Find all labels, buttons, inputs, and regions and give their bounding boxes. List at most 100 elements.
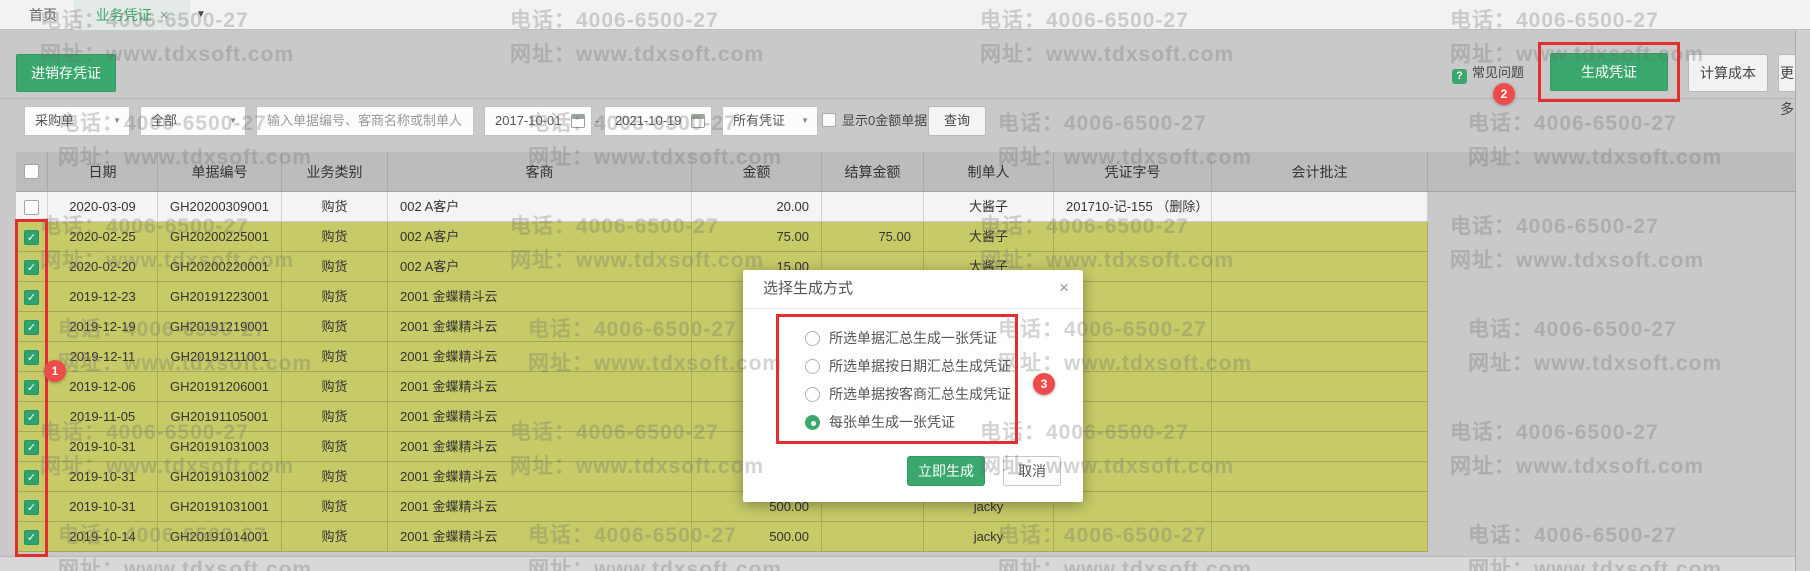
- date-from-input[interactable]: 2017-10-01: [484, 106, 592, 136]
- option-label: 所选单据按客商汇总生成凭证: [829, 386, 1011, 402]
- table-row[interactable]: ✓2019-10-31GH20191031002购货2001 金蝶精斗云: [16, 462, 1428, 492]
- generate-mode-option[interactable]: 每张单生成一张凭证: [805, 412, 955, 432]
- generate-mode-option[interactable]: 所选单据汇总生成一张凭证: [805, 328, 997, 348]
- dialog-close-icon[interactable]: ×: [1059, 278, 1069, 298]
- cell-note: [1212, 252, 1428, 282]
- cell-note: [1212, 342, 1428, 372]
- table-row[interactable]: ✓2019-12-11GH20191211001购货2001 金蝶精斗云: [16, 342, 1428, 372]
- column-header: 金额: [692, 152, 822, 192]
- table-row[interactable]: ✓2019-10-14GH20191014001购货2001 金蝶精斗云500.…: [16, 522, 1428, 552]
- row-checkbox-cell: ✓: [16, 372, 48, 402]
- tab-business-voucher[interactable]: 业务凭证×: [74, 0, 190, 30]
- cell-settle: [822, 192, 924, 222]
- date-from-value: 2017-10-01: [495, 113, 562, 128]
- cell-type: 购货: [282, 462, 388, 492]
- table-row[interactable]: ✓2019-10-31GH20191031003购货2001 金蝶精斗云: [16, 432, 1428, 462]
- scrollbar-gutter[interactable]: [1795, 30, 1810, 571]
- select-all-checkbox[interactable]: [24, 164, 39, 179]
- row-checkbox[interactable]: ✓: [24, 410, 39, 425]
- table-row[interactable]: ✓2019-10-31GH20191031001购货2001 金蝶精斗云500.…: [16, 492, 1428, 522]
- faq-link[interactable]: ?常见问题: [1452, 62, 1524, 84]
- table-row[interactable]: ✓2019-12-06GH20191206001购货2001 金蝶精斗云: [16, 372, 1428, 402]
- row-checkbox[interactable]: ✓: [24, 350, 39, 365]
- row-checkbox[interactable]: [24, 200, 39, 215]
- cell-customer: 2001 金蝶精斗云: [388, 342, 692, 372]
- row-checkbox[interactable]: ✓: [24, 470, 39, 485]
- radio-icon[interactable]: [805, 359, 820, 374]
- watermark-phone: 电话：4006-6500-27: [1468, 313, 1677, 343]
- cell-note: [1212, 192, 1428, 222]
- radio-icon[interactable]: [805, 387, 820, 402]
- generate-mode-option[interactable]: 所选单据按客商汇总生成凭证: [805, 384, 1011, 404]
- row-checkbox[interactable]: ✓: [24, 320, 39, 335]
- table-row[interactable]: ✓2020-02-25GH20200225001购货002 A客户75.0075…: [16, 222, 1428, 252]
- cell-voucher: 201710-记-155 （删除）: [1054, 192, 1212, 222]
- watermark-phone: 电话：4006-6500-27: [998, 107, 1207, 137]
- radio-selected-icon[interactable]: [805, 415, 820, 430]
- table-row[interactable]: 2020-03-09GH20200309001购货002 A客户20.00大酱子…: [16, 192, 1428, 222]
- row-checkbox[interactable]: ✓: [24, 260, 39, 275]
- table-row[interactable]: ✓2019-12-23GH20191223001购货2001 金蝶精斗云: [16, 282, 1428, 312]
- cell-no: GH20191014001: [158, 522, 282, 552]
- chevron-down-icon: ▼: [229, 107, 237, 135]
- query-button[interactable]: 查询: [928, 106, 986, 136]
- table-row[interactable]: ✓2019-12-19GH20191219001购货2001 金蝶精斗云: [16, 312, 1428, 342]
- show-zero-checkbox[interactable]: [822, 113, 836, 127]
- row-checkbox[interactable]: ✓: [24, 530, 39, 545]
- generate-mode-option[interactable]: 所选单据按日期汇总生成凭证: [805, 356, 1011, 376]
- cell-date: 2019-12-11: [48, 342, 158, 372]
- doc-type-select[interactable]: 采购单 ▼: [24, 106, 130, 136]
- row-checkbox[interactable]: ✓: [24, 230, 39, 245]
- cell-type: 购货: [282, 312, 388, 342]
- inventory-voucher-button[interactable]: 进销存凭证: [16, 54, 116, 92]
- column-header: 会计批注: [1212, 152, 1428, 192]
- row-checkbox[interactable]: ✓: [24, 380, 39, 395]
- calendar-icon[interactable]: [571, 114, 585, 128]
- cell-no: GH20200309001: [158, 192, 282, 222]
- cell-customer: 002 A客户: [388, 222, 692, 252]
- tab-list-caret-icon[interactable]: ▼: [196, 0, 206, 30]
- cell-customer: 2001 金蝶精斗云: [388, 402, 692, 432]
- scope-select[interactable]: 全部 ▼: [140, 106, 246, 136]
- cell-type: 购货: [282, 282, 388, 312]
- cell-voucher: [1054, 222, 1212, 252]
- watermark-site: 网址：www.tdxsoft.com: [510, 38, 764, 68]
- row-checkbox-cell: ✓: [16, 342, 48, 372]
- radio-icon[interactable]: [805, 331, 820, 346]
- dialog-divider: [743, 308, 1083, 309]
- generate-now-button[interactable]: 立即生成: [907, 456, 985, 486]
- cell-note: [1212, 522, 1428, 552]
- row-checkbox-cell: ✓: [16, 402, 48, 432]
- cell-voucher: [1054, 522, 1212, 552]
- cell-date: 2019-12-19: [48, 312, 158, 342]
- option-label: 所选单据按日期汇总生成凭证: [829, 358, 1011, 374]
- row-checkbox[interactable]: ✓: [24, 440, 39, 455]
- row-checkbox[interactable]: ✓: [24, 500, 39, 515]
- generate-voucher-button[interactable]: 生成凭证: [1550, 53, 1668, 91]
- cell-no: GH20191211001: [158, 342, 282, 372]
- watermark-site: 网址：www.tdxsoft.com: [980, 38, 1234, 68]
- voucher-filter-select[interactable]: 所有凭证 ▼: [722, 106, 818, 136]
- calendar-icon[interactable]: [691, 114, 705, 128]
- row-checkbox-cell: ✓: [16, 522, 48, 552]
- table-header-row: 日期单据编号业务类别客商金额结算金额制单人凭证字号会计批注: [16, 152, 1795, 192]
- dialog-title: 选择生成方式: [763, 270, 853, 308]
- date-to-input[interactable]: 2021-10-19: [604, 106, 712, 136]
- table-row[interactable]: ✓2019-11-05GH20191105001购货2001 金蝶精斗云: [16, 402, 1428, 432]
- cell-date: 2019-12-06: [48, 372, 158, 402]
- table-row[interactable]: ✓2020-02-20GH20200220001购货002 A客户15.00大酱…: [16, 252, 1428, 282]
- cell-note: [1212, 282, 1428, 312]
- row-checkbox[interactable]: ✓: [24, 290, 39, 305]
- search-input[interactable]: 输入单据编号、客商名称或制单人: [256, 106, 474, 136]
- cancel-button[interactable]: 取消: [1003, 456, 1061, 486]
- scope-value: 全部: [151, 113, 177, 128]
- watermark-site: 网址：www.tdxsoft.com: [1468, 347, 1722, 377]
- cell-maker: jacky: [924, 522, 1054, 552]
- calc-cost-button[interactable]: 计算成本: [1688, 54, 1768, 92]
- cell-note: [1212, 312, 1428, 342]
- watermark-phone: 电话：4006-6500-27: [1468, 107, 1677, 137]
- tab-home[interactable]: 首页: [12, 0, 74, 30]
- tab-close-icon[interactable]: ×: [160, 7, 169, 24]
- show-zero-checkbox-group[interactable]: 显示0金额单据: [822, 106, 927, 136]
- cell-date: 2019-10-31: [48, 492, 158, 522]
